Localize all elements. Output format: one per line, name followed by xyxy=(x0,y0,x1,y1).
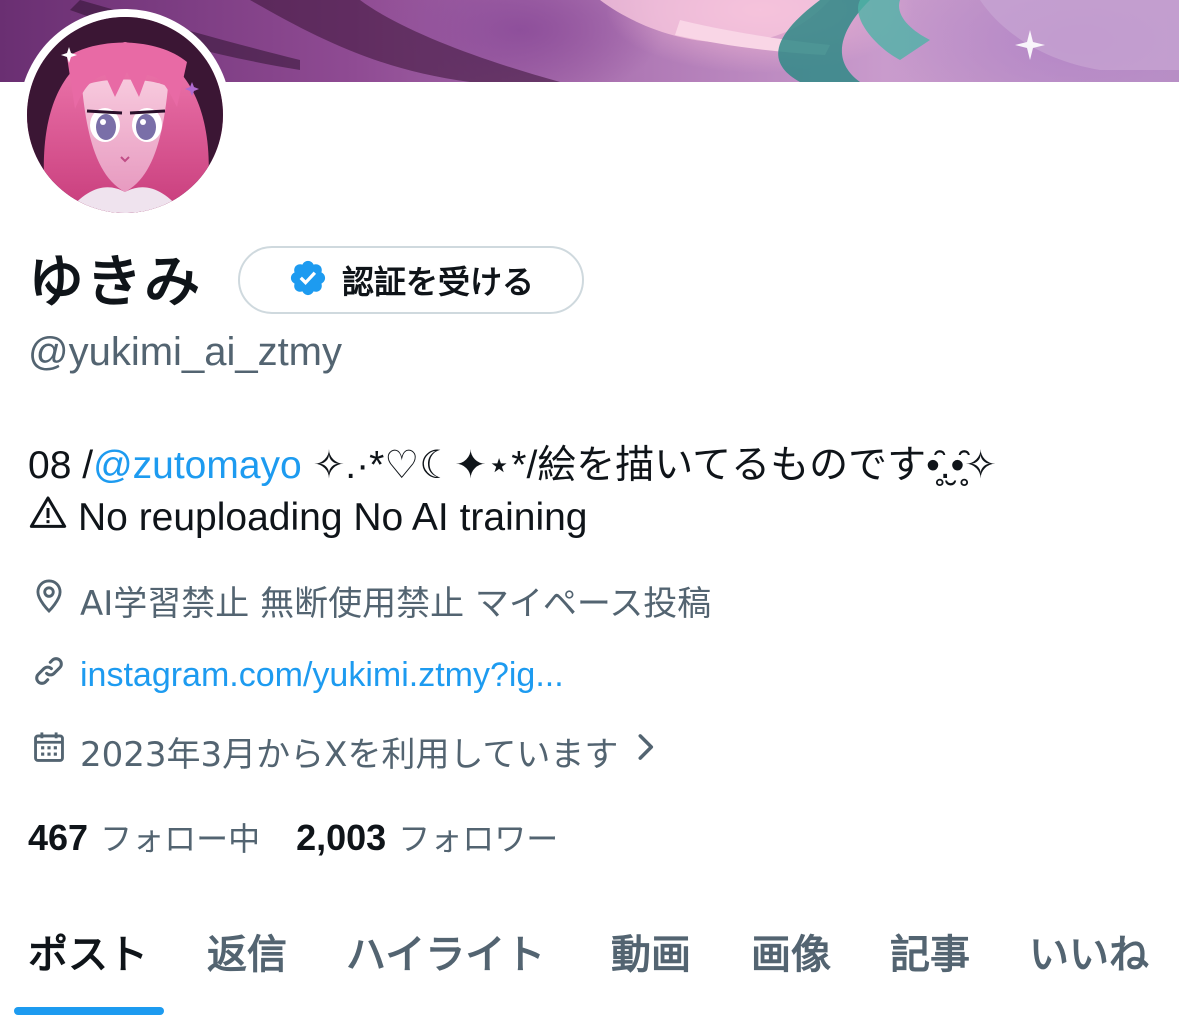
warning-icon xyxy=(28,493,68,543)
get-verified-label: 認証を受ける xyxy=(341,263,534,301)
location-pin-icon xyxy=(30,577,68,624)
avatar-image xyxy=(27,17,223,213)
user-handle: @yukimi_ai_ztmy xyxy=(28,330,343,374)
bio-line-1: 08 /@zutomayo ✧.·*♡☾✦⋆*/絵を描いてるものです•̥̑.̮•… xyxy=(28,434,997,490)
profile-website[interactable]: instagram.com/yukimi.ztmy?ig... xyxy=(30,652,564,699)
location-text: AI学習禁止 無断使用禁止 マイペース投稿 xyxy=(80,584,712,624)
active-tab-indicator xyxy=(14,1007,164,1015)
profile-page: ゆきみ 認証を受ける @yukimi_ai_ztmy 08 /@zutomayo… xyxy=(0,0,1179,1016)
tab-likes[interactable]: いいね xyxy=(1029,922,1149,980)
bio-warning-text: No reuploading No AI training xyxy=(78,496,588,539)
tab-replies[interactable]: 返信 xyxy=(207,922,287,980)
bio-prefix: 08 / xyxy=(28,444,94,487)
following-count: 467 xyxy=(28,817,89,858)
followers-label: フォロワー xyxy=(398,820,559,858)
website-link[interactable]: instagram.com/yukimi.ztmy?ig... xyxy=(80,656,564,695)
profile-location: AI学習禁止 無断使用禁止 マイペース投稿 xyxy=(30,576,711,625)
tab-articles[interactable]: 記事 xyxy=(890,922,970,980)
tab-highlights[interactable]: ハイライト xyxy=(346,922,545,980)
following-label: フォロー中 xyxy=(100,820,261,858)
link-icon xyxy=(30,652,68,699)
tab-videos[interactable]: 動画 xyxy=(611,922,691,980)
calendar-icon xyxy=(30,728,68,775)
tab-posts[interactable]: ポスト xyxy=(28,922,148,980)
profile-tabs: ポスト 返信 ハイライト 動画 画像 記事 いいね xyxy=(0,900,1179,1016)
bio-line-2: No reuploading No AI training xyxy=(28,493,588,543)
bio-suffix: ✧.·*♡☾✦⋆*/絵を描いてるものです•̥̑.̮•̥̑✧ xyxy=(301,444,997,487)
chevron-right-icon xyxy=(630,728,660,775)
get-verified-button[interactable]: 認証を受ける xyxy=(238,246,584,314)
following-link[interactable]: 467 フォロー中 xyxy=(28,814,260,860)
avatar[interactable] xyxy=(19,9,231,221)
followers-link[interactable]: 2,003 フォロワー xyxy=(296,814,558,860)
profile-join-date[interactable]: 2023年3月からXを利用しています xyxy=(30,727,660,776)
follow-stats: 467 フォロー中 2,003 フォロワー xyxy=(28,814,558,860)
bio-mention-link[interactable]: @zutomayo xyxy=(93,444,302,487)
tab-media[interactable]: 画像 xyxy=(751,922,831,980)
followers-count: 2,003 xyxy=(296,817,387,858)
join-date-text: 2023年3月からXを利用しています xyxy=(80,735,619,775)
display-name: ゆきみ xyxy=(28,250,202,315)
verified-badge-icon xyxy=(288,258,328,302)
